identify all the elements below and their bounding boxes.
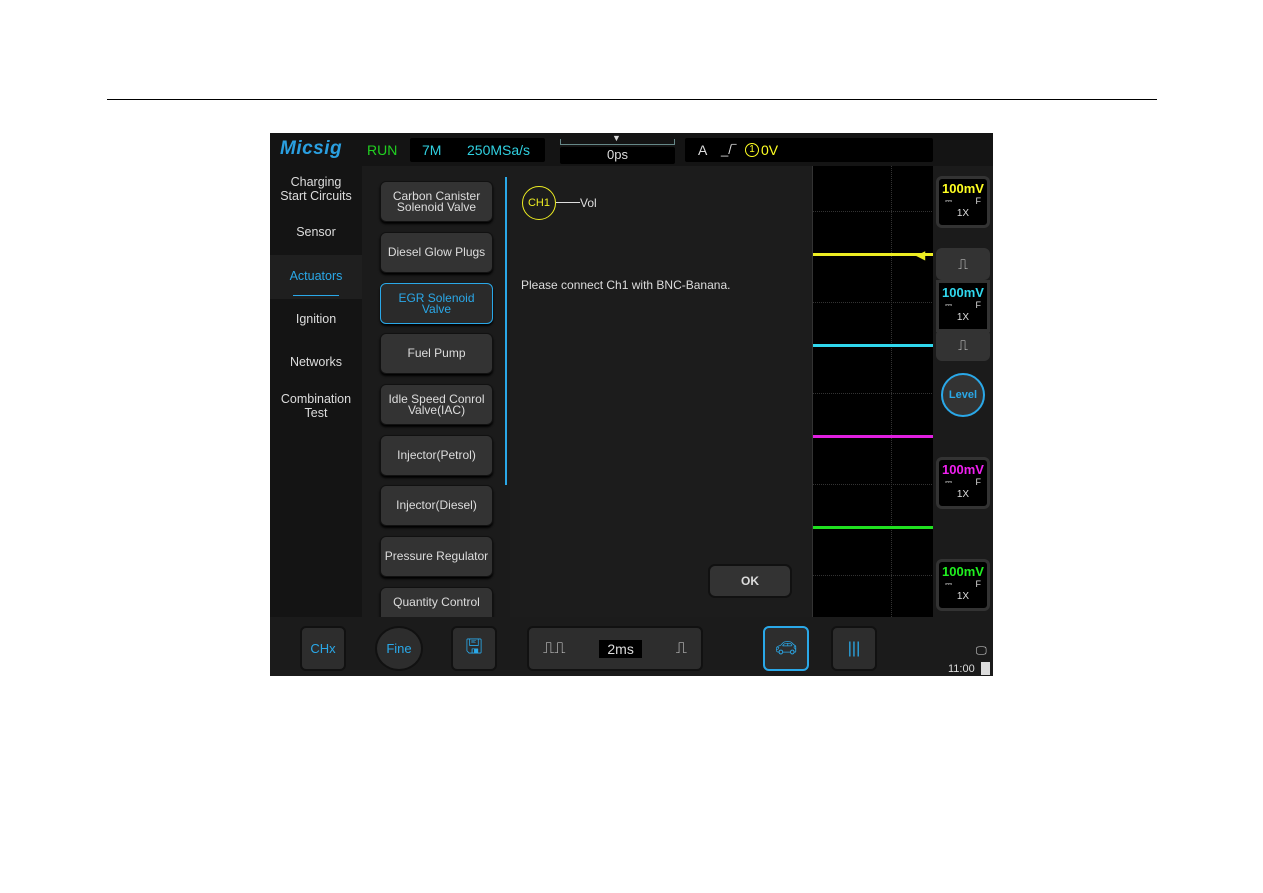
dc-coupling-icon: ⎓ [945, 300, 953, 310]
ch1-coupling: F [975, 196, 982, 206]
test-injector-diesel[interactable]: Injector(Diesel) [380, 485, 493, 526]
test-carbon-canister[interactable]: Carbon Canister Solenoid Valve [380, 181, 493, 222]
run-status[interactable]: RUN [367, 142, 397, 158]
logo: Micsig [280, 138, 343, 159]
save-icon[interactable]: 🖫 [451, 626, 497, 671]
grid-line [813, 211, 934, 212]
trigger-mode: A [698, 142, 708, 158]
battery-icon [981, 662, 990, 675]
category-sensor[interactable]: Sensor [270, 225, 362, 239]
top-bar: Micsig RUN 7M 250MSa/s ▼ 0ps A _/‾ 1 0V [270, 133, 993, 166]
dc-coupling-icon: ⎓ [945, 579, 953, 589]
ch4-scale-box[interactable]: 100mV ⎓ F 1X [936, 559, 990, 611]
grid-line [813, 302, 934, 303]
category-sidebar: Charging Start Circuits Sensor Actuators… [270, 166, 362, 617]
ok-button[interactable]: OK [708, 564, 792, 598]
sample-rate: 250MSa/s [467, 142, 531, 158]
category-label: Actuators [289, 269, 343, 283]
ch3-scale: 100mV [942, 462, 984, 477]
test-pressure-regulator[interactable]: Pressure Regulator [380, 536, 493, 577]
grid-line [813, 393, 934, 394]
ch1-probe-icon: CH1 [522, 186, 556, 220]
ch2-scale: 100mV [942, 285, 984, 300]
car-icon[interactable]: 🚗︎ [763, 626, 809, 671]
ch3-coupling: F [975, 477, 982, 487]
timebase-value: 2ms [599, 639, 642, 658]
ch4-coupling: F [975, 579, 982, 589]
ch3-probe: 1X [956, 489, 970, 500]
dc-coupling-icon: ⎓ [945, 196, 953, 206]
waveform-area[interactable]: ◀ [812, 166, 934, 617]
probe-connector-line [556, 202, 580, 203]
grid-line [813, 575, 934, 576]
ch2-coupling: F [975, 300, 982, 310]
trigger-box[interactable]: A _/‾ 1 0V [685, 138, 933, 162]
ch1-scale-box[interactable]: 100mV ⎓ F 1X [936, 176, 990, 228]
test-diesel-glow-plugs[interactable]: Diesel Glow Plugs [380, 232, 493, 273]
bottom-toolbar: CHx Fine 🖫 ⎍⎍ 2ms ⎍ 🚗︎ ||| 🖵︎ 11:00 [270, 617, 993, 676]
test-egr-solenoid-valve[interactable]: EGR Solenoid Valve [380, 283, 493, 324]
pulse-down-button[interactable]: ⎍ [936, 329, 990, 361]
category-combination-test[interactable]: Combination Test [270, 392, 362, 420]
ch2-probe: 1X [956, 312, 970, 323]
ch4-scale: 100mV [942, 564, 984, 579]
trigger-channel: 1 [745, 143, 759, 157]
page-divider [107, 99, 1157, 100]
monitor-icon: 🖵︎ [976, 645, 987, 657]
dc-coupling-icon: ⎓ [945, 477, 953, 487]
timebase-control[interactable]: ⎍⎍ 2ms ⎍ [527, 626, 703, 671]
active-underline [293, 295, 339, 296]
connection-message: Please connect Ch1 with BNC-Banana. [521, 278, 731, 292]
ch1-scale: 100mV [942, 181, 984, 196]
timebase-decrease-icon[interactable]: ⎍⎍ [543, 640, 565, 658]
grid-line [813, 484, 934, 485]
acquisition-box[interactable]: 7M 250MSa/s [410, 138, 545, 162]
chx-button[interactable]: CHx [300, 626, 346, 671]
memory-depth: 7M [422, 142, 442, 158]
trigger-position-marker[interactable]: ▼ [612, 133, 621, 143]
category-networks[interactable]: Networks [270, 355, 362, 369]
fine-button[interactable]: Fine [375, 626, 423, 671]
ch2-scale-box[interactable]: 100mV ⎓ F 1X [936, 280, 990, 332]
grid-line [891, 166, 892, 617]
rising-edge-icon: _/‾ [721, 142, 737, 157]
category-charging-start-circuits[interactable]: Charging Start Circuits [270, 175, 362, 203]
menu-bars-icon[interactable]: ||| [831, 626, 877, 671]
test-list: Carbon Canister Solenoid Valve Diesel Gl… [362, 166, 507, 628]
test-fuel-pump[interactable]: Fuel Pump [380, 333, 493, 374]
clock: 11:00 [948, 663, 975, 675]
time-offset[interactable]: 0ps [560, 147, 675, 164]
channel-panel: 100mV ⎓ F 1X ⎍ 100mV ⎓ F 1X ⎍ Level 100mV ⎓ F 1X … [933, 166, 993, 617]
category-actuators[interactable]: Actuators [270, 255, 362, 299]
ch1-offset-marker[interactable]: ◀ [916, 248, 925, 262]
ch1-probe: 1X [956, 208, 970, 219]
timebase-increase-icon[interactable]: ⎍ [676, 640, 687, 658]
category-ignition[interactable]: Ignition [270, 312, 362, 326]
pulse-up-button[interactable]: ⎍ [936, 248, 990, 280]
ch3-trace [813, 435, 934, 438]
ch4-trace [813, 526, 934, 529]
test-info-dialog: CH1 Vol Please connect Ch1 with BNC-Bana… [510, 166, 812, 617]
ch4-probe: 1X [956, 591, 970, 602]
test-injector-petrol[interactable]: Injector(Petrol) [380, 435, 493, 476]
level-knob[interactable]: Level [941, 373, 985, 417]
ch3-scale-box[interactable]: 100mV ⎓ F 1X [936, 457, 990, 509]
probe-label: Vol [580, 196, 597, 210]
test-idle-speed-control[interactable]: Idle Speed Conrol Valve(IAC) [380, 384, 493, 425]
list-scrollbar[interactable] [505, 177, 507, 485]
ch2-trace [813, 344, 934, 347]
trigger-level: 0V [761, 142, 779, 158]
oscilloscope-screen: Micsig RUN 7M 250MSa/s ▼ 0ps A _/‾ 1 0V … [270, 133, 993, 676]
